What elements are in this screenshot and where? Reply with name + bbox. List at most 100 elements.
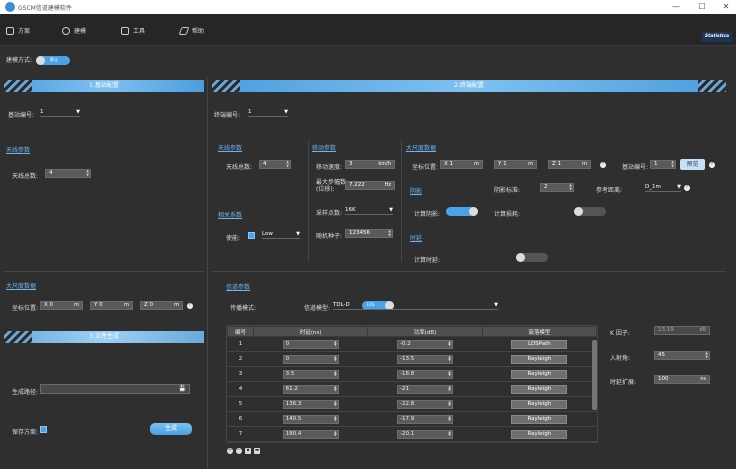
fading-button[interactable]: Rayleigh (511, 399, 568, 409)
delay-input[interactable]: 180.4 ▲ ▼ (282, 429, 339, 439)
step-input[interactable]: 7.222 Hz (345, 181, 395, 190)
spinner-icon[interactable]: ▲ ▼ (448, 340, 451, 348)
mode-toggle[interactable]: 默认 (35, 56, 70, 65)
delay-value: 0 (285, 355, 290, 362)
spinner-icon[interactable]: ▲ ▼ (334, 340, 337, 348)
base-x-input[interactable]: X 0 m (40, 301, 83, 310)
corr-level-select[interactable]: Low ▼ (262, 230, 300, 239)
close-icon[interactable]: ✕ (716, 1, 736, 13)
info-icon[interactable]: ? (600, 162, 606, 168)
table-row[interactable]: 1 0 ▲ ▼ -0.2 ▲ ▼ LOSPath (227, 336, 597, 352)
add-icon[interactable]: + (227, 448, 233, 454)
spinner-icon[interactable]: ▲ ▼ (448, 415, 451, 423)
ref-select[interactable]: D_1m ▼ (645, 183, 681, 192)
info-icon[interactable]: ? (684, 185, 690, 191)
delay-input[interactable]: 3.5 ▲ ▼ (282, 369, 339, 379)
fading-cell: Rayleigh (482, 411, 597, 427)
power-input[interactable]: -21 ▲ ▼ (396, 384, 453, 394)
spinner-icon[interactable]: ▲ ▼ (334, 415, 337, 423)
power-input[interactable]: -17.9 ▲ ▼ (396, 414, 453, 424)
pathloss-calc-label: 计算损耗: (494, 211, 521, 218)
preview-button[interactable]: 预览 (680, 159, 705, 170)
spinner-icon[interactable]: ▲ ▼ (569, 183, 572, 191)
corr-checkbox[interactable] (248, 232, 255, 239)
power-input[interactable]: -13.5 ▲ ▼ (396, 354, 453, 364)
spinner-icon[interactable]: ▲ ▼ (86, 169, 89, 177)
shadow-toggle[interactable] (446, 207, 478, 216)
seed-input[interactable]: 123456 ▲ ▼ (345, 229, 393, 238)
shadow-std-input[interactable]: 2 ▲ ▼ (540, 183, 574, 192)
menu-tools[interactable]: 工具 (121, 26, 145, 35)
table-row[interactable]: 2 0 ▲ ▼ -13.5 ▲ ▼ Rayleigh (227, 351, 597, 367)
fading-button[interactable]: Rayleigh (511, 429, 568, 439)
terminal-antenna-input[interactable]: 4 ▲ ▼ (259, 160, 291, 169)
save-icon[interactable]: ▪ (245, 448, 251, 454)
delay-input[interactable]: 0 ▲ ▼ (282, 339, 339, 349)
angle-value: 45 (658, 352, 665, 358)
terminal-y-input[interactable]: Y 1 m (494, 160, 537, 169)
save-checkbox[interactable] (40, 426, 47, 433)
path-input[interactable]: 💾 (40, 384, 190, 394)
channel-model-select[interactable]: TDL-D ▼ (333, 301, 498, 310)
speed-input[interactable]: 3 km/h (345, 160, 395, 169)
timing-toggle[interactable] (515, 253, 548, 262)
base-y-input[interactable]: Y 0 m (90, 301, 133, 310)
terminal-select[interactable]: 1 ▼ (248, 108, 288, 117)
delay-input[interactable]: 0 ▲ ▼ (282, 354, 339, 364)
spinner-icon[interactable]: ▲ ▼ (334, 400, 337, 408)
delay-input[interactable]: 136.3 ▲ ▼ (282, 399, 339, 409)
antenna-count-input[interactable]: 4 ▲ ▼ (45, 169, 91, 178)
menu-model[interactable]: 建模 (62, 26, 86, 35)
info-icon[interactable]: ? (709, 162, 715, 168)
folder-icon[interactable]: ▬ (254, 448, 260, 454)
fading-button[interactable]: Rayleigh (511, 369, 568, 379)
k-value: 13.19 (658, 327, 674, 333)
spinner-icon[interactable]: ▲ ▼ (334, 430, 337, 438)
angle-input[interactable]: 45 ▲ ▼ (654, 351, 710, 360)
spinner-icon[interactable]: ▲ ▼ (448, 370, 451, 378)
spinner-icon[interactable]: ▲ ▼ (705, 351, 708, 359)
terminal-z-input[interactable]: Z 1 m (548, 160, 591, 169)
info-icon[interactable]: ? (187, 303, 193, 309)
spread-input[interactable]: 100 ns (654, 375, 710, 384)
spinner-icon[interactable]: ▲ ▼ (448, 400, 451, 408)
spinner-icon[interactable]: ▲ ▼ (334, 370, 337, 378)
save-disk-icon[interactable]: 💾 (179, 385, 186, 392)
power-input[interactable]: -20.1 ▲ ▼ (396, 429, 453, 439)
fading-button[interactable]: Rayleigh (511, 354, 568, 364)
table-row[interactable]: 6 140.5 ▲ ▼ -17.9 ▲ ▼ Rayleigh (227, 411, 597, 427)
spinner-icon[interactable]: ▲ ▼ (388, 229, 391, 237)
spinner-icon[interactable]: ▲ ▼ (334, 385, 337, 393)
spinner-icon[interactable]: ▲ ▼ (448, 385, 451, 393)
spinner-icon[interactable]: ▲ ▼ (671, 160, 674, 168)
remove-icon[interactable]: − (236, 448, 242, 454)
maximize-icon[interactable]: ☐ (692, 1, 712, 13)
table-row[interactable]: 7 180.4 ▲ ▼ -20.1 ▲ ▼ Rayleigh (227, 426, 597, 442)
power-input[interactable]: -18.8 ▲ ▼ (396, 369, 453, 379)
minimize-icon[interactable]: — (666, 1, 686, 13)
spinner-icon[interactable]: ▲ ▼ (448, 355, 451, 363)
base-no-input[interactable]: 1 ▲ ▼ (650, 160, 676, 169)
base-z-input[interactable]: Z 0 m (140, 301, 183, 310)
delay-input[interactable]: 140.5 ▲ ▼ (282, 414, 339, 424)
station-select[interactable]: 1 ▼ (40, 108, 80, 117)
scrollbar-thumb[interactable] (592, 340, 597, 410)
table-row[interactable]: 5 136.3 ▲ ▼ -22.8 ▲ ▼ Rayleigh (227, 396, 597, 412)
fading-button[interactable]: Rayleigh (511, 414, 568, 424)
pathloss-toggle[interactable] (573, 207, 606, 216)
power-input[interactable]: -0.2 ▲ ▼ (396, 339, 453, 349)
delay-input[interactable]: 61.2 ▲ ▼ (282, 384, 339, 394)
spinner-icon[interactable]: ▲ ▼ (448, 430, 451, 438)
table-row[interactable]: 4 61.2 ▲ ▼ -21 ▲ ▼ Rayleigh (227, 381, 597, 397)
fading-button[interactable]: LOSPath (511, 339, 568, 349)
spinner-icon[interactable]: ▲ ▼ (334, 355, 337, 363)
generate-button[interactable]: 生成 (150, 423, 192, 435)
fading-button[interactable]: Rayleigh (511, 384, 568, 394)
power-input[interactable]: -22.8 ▲ ▼ (396, 399, 453, 409)
terminal-x-input[interactable]: X 1 m (440, 160, 483, 169)
table-row[interactable]: 3 3.5 ▲ ▼ -18.8 ▲ ▼ Rayleigh (227, 366, 597, 382)
menu-plan[interactable]: 方案 (6, 26, 30, 35)
sample-select[interactable]: 16K ▼ (345, 206, 393, 215)
spinner-icon[interactable]: ▲ ▼ (286, 160, 289, 168)
menu-help[interactable]: 帮助 (178, 26, 204, 35)
